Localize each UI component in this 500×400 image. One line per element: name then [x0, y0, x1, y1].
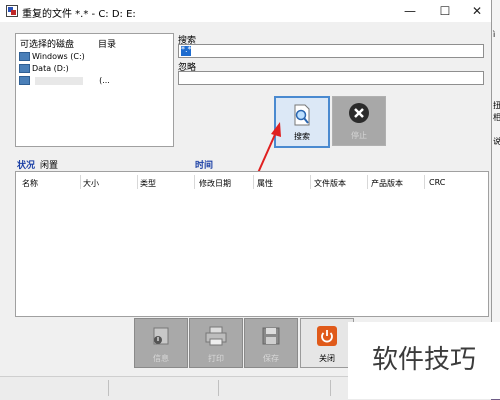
column-divider[interactable]	[80, 175, 81, 189]
app-icon	[6, 5, 18, 17]
column-header-file-version[interactable]: 文件版本	[314, 178, 346, 189]
save-button-label: 保存	[263, 354, 279, 363]
info-button[interactable]: 信息	[134, 318, 188, 368]
column-divider[interactable]	[367, 175, 368, 189]
search-value: *.*	[181, 45, 192, 54]
column-header-product-version[interactable]: 产品版本	[371, 178, 403, 189]
close-button[interactable]: 关闭	[300, 318, 354, 368]
column-divider[interactable]	[424, 175, 425, 189]
search-icon	[294, 104, 310, 126]
window-title: 重复的文件 *.* - C: D: E:	[22, 9, 136, 20]
close-window-button[interactable]: ✕	[462, 0, 492, 22]
watermark: 软件技巧	[348, 322, 500, 399]
drive-icon	[19, 76, 30, 85]
info-icon	[153, 327, 169, 345]
status-bar-divider	[218, 380, 219, 396]
column-divider[interactable]	[137, 175, 138, 189]
column-header-crc[interactable]: CRC	[429, 178, 445, 187]
blurred-label	[34, 76, 83, 85]
results-table[interactable]: 名称 大小 类型 修改日期 属性 文件版本 产品版本 CRC	[15, 171, 489, 317]
title-bar: 重复的文件 *.* - C: D: E: — ☐ ✕	[0, 0, 491, 22]
drive-directory: (...	[99, 76, 110, 85]
printer-icon	[205, 326, 227, 346]
drive-list[interactable]: 可选择的磁盘 目录 Windows (C:) Data (D:) (...	[15, 33, 174, 147]
drive-label: Data (D:)	[32, 64, 69, 73]
edge-text: 相	[493, 113, 500, 122]
drive-label: Windows (C:)	[32, 52, 85, 61]
power-icon	[317, 326, 337, 346]
column-header-modified[interactable]: 修改日期	[199, 178, 231, 189]
column-header-type[interactable]: 类型	[140, 178, 156, 189]
maximize-button[interactable]: ☐	[430, 0, 460, 22]
close-button-label: 关闭	[319, 354, 335, 363]
directory-column-header[interactable]: 目录	[98, 37, 116, 50]
print-button[interactable]: 打印	[189, 318, 243, 368]
ignore-input[interactable]	[178, 71, 484, 85]
column-header-size[interactable]: 大小	[83, 178, 99, 189]
column-divider[interactable]	[194, 175, 195, 189]
column-divider[interactable]	[310, 175, 311, 189]
info-button-label: 信息	[153, 354, 169, 363]
minimize-button[interactable]: —	[395, 0, 425, 22]
time-label: 时间	[195, 161, 214, 171]
column-divider[interactable]	[253, 175, 254, 189]
save-button[interactable]: 保存	[244, 318, 298, 368]
save-icon	[262, 327, 280, 345]
drive-column-header[interactable]: 可选择的磁盘	[20, 37, 74, 50]
print-button-label: 打印	[208, 354, 224, 363]
edge-text: ì	[493, 30, 496, 39]
drive-item-e[interactable]: (...	[19, 75, 110, 87]
column-header-attributes[interactable]: 属性	[257, 178, 273, 189]
edge-text: 扭	[493, 101, 500, 110]
column-header-name[interactable]: 名称	[22, 178, 38, 189]
drive-item-d[interactable]: Data (D:)	[19, 63, 69, 75]
drive-item-c[interactable]: Windows (C:)	[19, 51, 85, 63]
status-value: 闲置	[40, 161, 59, 171]
status-bar-divider	[330, 380, 331, 396]
stop-button[interactable]: 停止	[332, 96, 386, 146]
drive-icon	[19, 52, 30, 61]
search-input[interactable]: *.*	[178, 44, 484, 58]
drive-icon	[19, 64, 30, 73]
stop-icon	[349, 103, 369, 123]
stop-button-label: 停止	[351, 131, 367, 140]
edge-text: 说	[493, 137, 500, 146]
status-bar-divider	[108, 380, 109, 396]
status-label: 状况	[17, 161, 36, 171]
